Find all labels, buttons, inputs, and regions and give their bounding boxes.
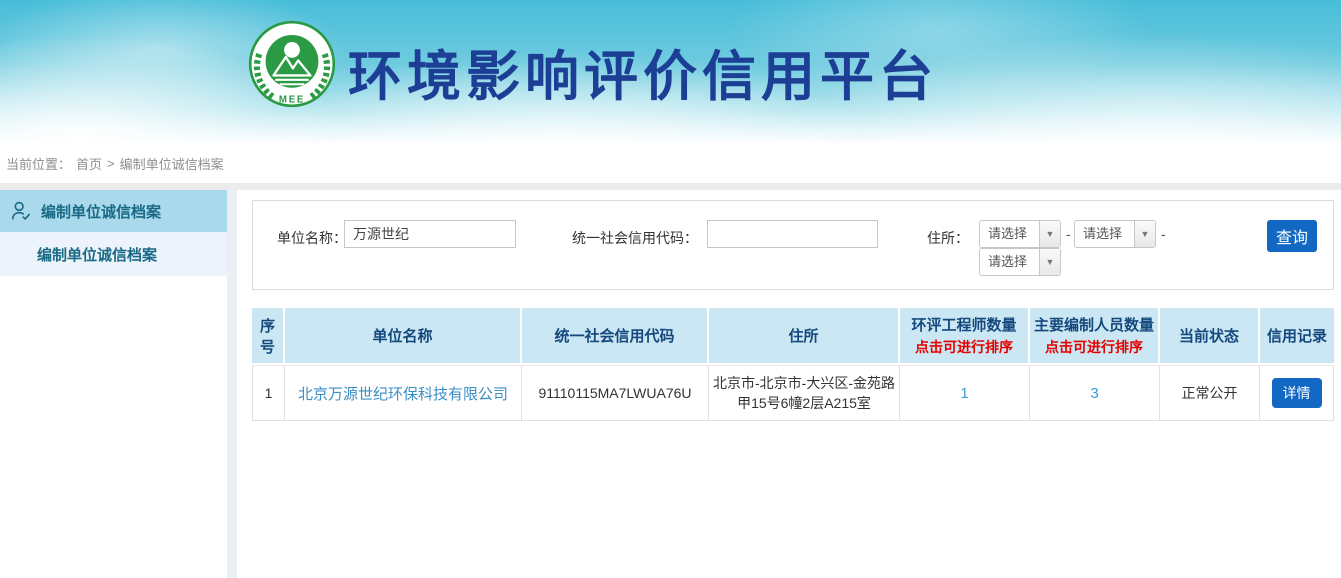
sidebar-item-label: 编制单位诚信档案 (37, 244, 157, 265)
breadcrumb-home-link[interactable]: 首页 (76, 154, 102, 173)
chevron-down-icon[interactable]: ▼ (1134, 221, 1155, 247)
results-table: 序号 单位名称 统一社会信用代码 住所 环评工程师数量 点击可进行排序 主要编制… (252, 308, 1334, 421)
sidebar-content-divider (227, 190, 237, 578)
col-staff-count-sortable[interactable]: 主要编制人员数量 点击可进行排序 (1030, 308, 1160, 365)
sidebar: 编制单位诚信档案 编制单位诚信档案 (0, 190, 227, 578)
detail-button[interactable]: 详情 (1272, 378, 1322, 408)
city-select[interactable]: 请选择 ▼ (1074, 220, 1156, 248)
address-cell: 北京市-北京市-大兴区-金苑路甲15号6幢2层A215室 (709, 365, 900, 421)
breadcrumb-current: 编制单位诚信档案 (120, 154, 224, 173)
query-button[interactable]: 查询 (1267, 220, 1317, 252)
col-seq: 序号 (252, 308, 285, 365)
sidebar-item-credit-archive[interactable]: 编制单位诚信档案 (0, 232, 227, 276)
col-engineer-count-sortable[interactable]: 环评工程师数量 点击可进行排序 (900, 308, 1030, 365)
page-divider-band (0, 183, 1341, 190)
dash-separator: - (1066, 226, 1071, 242)
credit-code-cell: 91110115MA7LWUA76U (522, 365, 709, 421)
table-header-row: 序号 单位名称 统一社会信用代码 住所 环评工程师数量 点击可进行排序 主要编制… (252, 308, 1334, 365)
col-status: 当前状态 (1160, 308, 1260, 365)
unit-name-label: 单位名称： (277, 228, 347, 248)
breadcrumb-prefix: 当前位置： (6, 154, 71, 173)
sort-hint: 点击可进行排序 (903, 337, 1025, 357)
dash-separator: - (1161, 226, 1166, 242)
credit-code-label: 统一社会信用代码： (572, 228, 698, 248)
breadcrumb-separator: > (107, 156, 115, 171)
credit-code-input[interactable] (707, 220, 878, 248)
city-select-value: 请选择 (1075, 221, 1134, 247)
sidebar-item-label: 编制单位诚信档案 (41, 201, 161, 222)
col-credit-record: 信用记录 (1260, 308, 1334, 365)
status-cell: 正常公开 (1160, 365, 1260, 421)
site-title: 环境影响评价信用平台 (348, 32, 938, 111)
chevron-down-icon[interactable]: ▼ (1039, 221, 1060, 247)
company-name-link[interactable]: 北京万源世纪环保科技有限公司 (298, 386, 508, 403)
col-unit-name: 单位名称 (285, 308, 522, 365)
logo-text: MEE (279, 95, 305, 106)
province-select-value: 请选择 (980, 221, 1039, 247)
province-select[interactable]: 请选择 ▼ (979, 220, 1061, 248)
engineer-count-link[interactable]: 1 (960, 385, 968, 402)
chevron-down-icon[interactable]: ▼ (1039, 249, 1060, 275)
address-label: 住所： (927, 228, 969, 248)
mee-logo-icon: MEE (248, 20, 336, 108)
content-area: 单位名称： 统一社会信用代码： 住所： 请选择 ▼ - 请选择 ▼ - 请选择 … (237, 190, 1341, 578)
col-credit-code: 统一社会信用代码 (522, 308, 709, 365)
unit-name-input[interactable] (344, 220, 516, 248)
col-address: 住所 (709, 308, 900, 365)
seq-cell: 1 (252, 365, 285, 421)
table-row: 1 北京万源世纪环保科技有限公司 91110115MA7LWUA76U 北京市-… (252, 365, 1334, 421)
sidebar-item-credit-archive-parent[interactable]: 编制单位诚信档案 (0, 190, 227, 232)
sort-hint: 点击可进行排序 (1033, 337, 1155, 357)
breadcrumb: 当前位置： 首页 > 编制单位诚信档案 (0, 143, 1341, 183)
site-banner: MEE 环境影响评价信用平台 (0, 0, 1341, 143)
user-check-icon (10, 200, 32, 222)
district-select-value: 请选择 (980, 249, 1039, 275)
district-select[interactable]: 请选择 ▼ (979, 248, 1061, 276)
search-form: 单位名称： 统一社会信用代码： 住所： 请选择 ▼ - 请选择 ▼ - 请选择 … (252, 200, 1334, 290)
staff-count-link[interactable]: 3 (1090, 385, 1098, 402)
